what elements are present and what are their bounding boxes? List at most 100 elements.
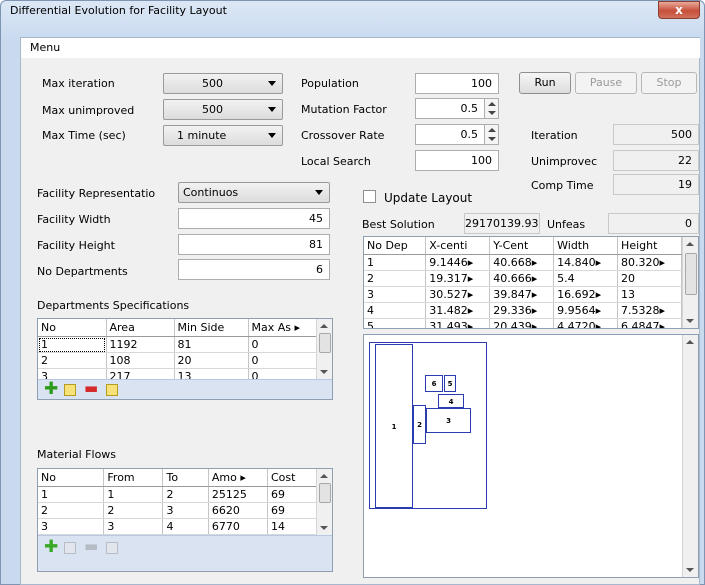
table-cell[interactable]: 40.666▸ (489, 270, 555, 287)
local-search-input[interactable]: 100 (415, 150, 499, 171)
table-cell[interactable]: 69 (267, 502, 319, 519)
spin-up-icon[interactable] (488, 128, 496, 132)
scroll-thumb[interactable] (319, 483, 331, 503)
table-row[interactable]: 2 108 20 0 (38, 352, 319, 369)
department-6[interactable]: 6 (425, 375, 443, 392)
layout-canvas-scrollbar[interactable] (682, 335, 698, 577)
column-header[interactable]: Height (617, 237, 682, 255)
save-icon[interactable] (106, 542, 118, 554)
scroll-up-icon[interactable] (686, 340, 694, 344)
department-3[interactable]: 3 (426, 408, 471, 433)
table-cell[interactable]: 5 (364, 318, 427, 328)
table-cell[interactable]: 2 (38, 352, 107, 369)
table-cell[interactable]: 3 (38, 518, 105, 535)
table-cell[interactable]: 5.4 (553, 270, 619, 287)
close-button[interactable]: x (658, 1, 700, 19)
solution-table-scrollbar[interactable] (682, 237, 698, 328)
crossover-rate-spinner[interactable] (484, 125, 498, 144)
table-cell[interactable]: 69 (267, 486, 319, 503)
max-time-select[interactable]: 1 minute (163, 125, 283, 146)
table-cell[interactable]: 14 (267, 518, 319, 535)
table-cell[interactable]: 9.1446▸ (425, 254, 491, 271)
table-cell[interactable]: 4.4720▸ (553, 318, 619, 328)
table-cell[interactable]: 1 (38, 486, 105, 503)
column-header[interactable]: Cost (267, 469, 319, 487)
column-header[interactable]: Width (553, 237, 619, 255)
table-cell[interactable]: 6620 (208, 502, 268, 519)
table-cell[interactable]: 2 (38, 502, 105, 519)
column-header[interactable]: Area (106, 319, 175, 337)
table-cell[interactable]: 108 (106, 352, 175, 369)
spin-down-icon[interactable] (488, 111, 496, 115)
table-cell[interactable]: 39.847▸ (489, 286, 555, 303)
table-cell[interactable]: 16.692▸ (553, 286, 619, 303)
dept-specs-scrollbar[interactable] (316, 319, 332, 379)
table-cell[interactable]: 29.336▸ (489, 302, 555, 319)
department-5[interactable]: 5 (444, 375, 456, 392)
table-cell[interactable]: 9.9564▸ (553, 302, 619, 319)
table-cell[interactable]: 25125 (208, 486, 268, 503)
department-2[interactable]: 2 (413, 405, 426, 444)
departments-count-input[interactable]: 6 (178, 259, 330, 280)
scroll-down-icon[interactable] (320, 526, 328, 530)
column-header[interactable]: Y-Cent (489, 237, 555, 255)
table-row[interactable]: 3 3 4 6770 14 (38, 518, 319, 535)
table-cell[interactable]: 3 (162, 502, 209, 519)
population-input[interactable]: 100 (415, 73, 499, 94)
table-cell[interactable]: 2 (364, 270, 427, 287)
table-cell[interactable]: 1 (103, 486, 164, 503)
spin-down-icon[interactable] (488, 137, 496, 141)
column-header[interactable]: No (38, 319, 107, 337)
column-header[interactable]: To (162, 469, 209, 487)
table-cell[interactable]: 3 (364, 286, 427, 303)
table-cell[interactable]: 13 (617, 286, 682, 303)
table-cell[interactable]: 0 (248, 336, 319, 353)
table-row[interactable]: 3 30.527▸ 39.847▸ 16.692▸ 13 (364, 286, 682, 303)
scroll-thumb[interactable] (319, 333, 331, 353)
table-cell[interactable]: 40.668▸ (489, 254, 555, 271)
column-header[interactable]: X-centi (425, 237, 491, 255)
update-layout-checkbox[interactable] (363, 190, 376, 203)
table-cell[interactable]: 2 (103, 502, 164, 519)
table-cell[interactable]: 81 (174, 336, 249, 353)
table-cell[interactable]: 80.320▸ (617, 254, 682, 271)
max-iteration-select[interactable]: 500 (163, 73, 283, 94)
scroll-up-icon[interactable] (320, 474, 328, 478)
title-bar[interactable]: Differential Evolution for Facility Layo… (0, 0, 705, 22)
table-cell[interactable]: 1 (38, 336, 107, 353)
table-cell[interactable]: 20.439▸ (489, 318, 555, 328)
pause-button[interactable]: Pause (575, 72, 637, 94)
column-header[interactable]: No Dep (364, 237, 427, 255)
column-header[interactable]: From (103, 469, 164, 487)
table-cell[interactable]: 2 (162, 486, 209, 503)
table-row[interactable]: 1 9.1446▸ 40.668▸ 14.840▸ 80.320▸ (364, 254, 682, 271)
material-flows-table[interactable]: No From To Amo ▸ Cost 1 1 2 25125 69 2 2 3 6620… (37, 468, 333, 572)
table-row[interactable]: 4 31.482▸ 29.336▸ 9.9564▸ 7.5328▸ (364, 302, 682, 319)
table-cell[interactable]: 31.482▸ (425, 302, 491, 319)
table-cell[interactable]: 4 (162, 518, 209, 535)
scroll-down-icon[interactable] (320, 370, 328, 374)
facility-width-input[interactable]: 45 (178, 208, 330, 229)
facility-height-input[interactable]: 81 (178, 234, 330, 255)
scroll-up-icon[interactable] (320, 324, 328, 328)
department-4[interactable]: 4 (438, 394, 464, 408)
table-row[interactable]: 1 1192 81 0 (38, 336, 319, 353)
add-row-icon[interactable]: ✚ (44, 539, 58, 556)
table-cell[interactable]: 31.493▸ (425, 318, 491, 328)
table-row[interactable]: 5 31.493▸ 20.439▸ 4.4720▸ 6.4847▸ (364, 318, 682, 328)
department-1[interactable]: 1 (375, 344, 413, 508)
column-header[interactable]: No (38, 469, 105, 487)
column-header[interactable]: Max As ▸ (248, 319, 319, 337)
table-cell[interactable]: 7.5328▸ (617, 302, 682, 319)
facility-representation-select[interactable]: Continuos (178, 182, 330, 203)
remove-row-icon[interactable]: ▬ (84, 379, 98, 397)
table-cell[interactable]: 4 (364, 302, 427, 319)
column-header[interactable]: Min Side (174, 319, 249, 337)
table-cell[interactable]: 1192 (106, 336, 175, 353)
remove-row-icon[interactable]: ▬ (84, 537, 98, 555)
add-row-icon[interactable]: ✚ (44, 381, 58, 398)
column-header[interactable]: Amo ▸ (208, 469, 268, 487)
table-cell[interactable]: 20 (617, 270, 682, 287)
table-cell[interactable]: 3 (103, 518, 164, 535)
edit-icon[interactable] (64, 384, 76, 396)
